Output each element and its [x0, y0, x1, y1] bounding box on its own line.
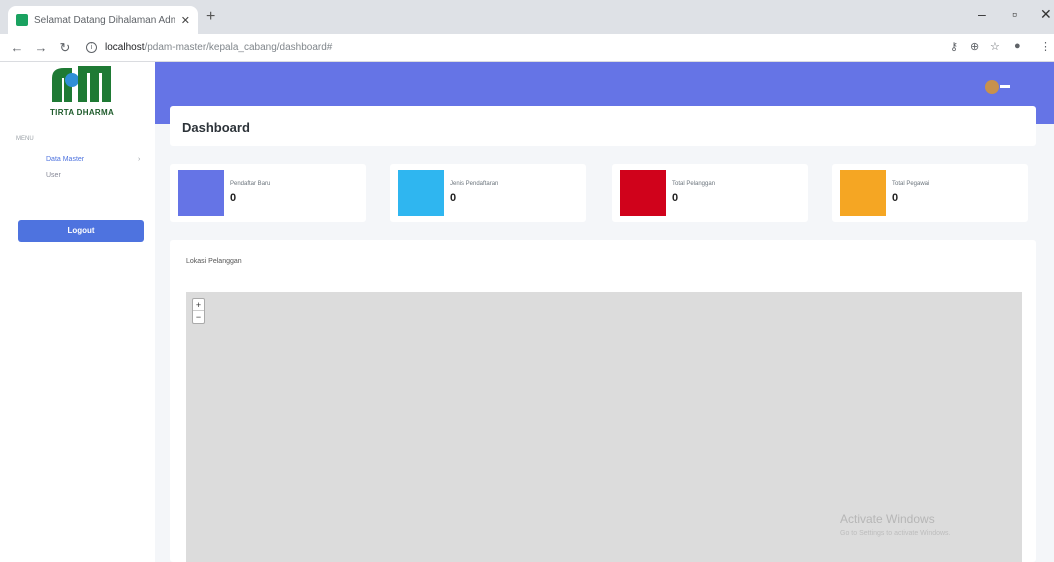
stat-value: 0: [892, 192, 899, 204]
activate-windows-subtitle: Go to Settings to activate Windows.: [840, 530, 951, 537]
stat-card: Jenis Pendaftaran 0: [390, 164, 586, 222]
stat-value: 0: [672, 192, 679, 204]
stat-value: 0: [450, 192, 457, 204]
stat-card: Total Pelanggan 0: [612, 164, 808, 222]
map-card: Lokasi Pelanggan + − Activate Windows Go…: [170, 240, 1036, 562]
close-tab-icon[interactable]: ✕: [181, 14, 190, 27]
star-icon[interactable]: ☆: [990, 40, 1000, 53]
new-tab-icon[interactable]: +: [206, 8, 215, 26]
browser-tab[interactable]: Selamat Datang Dihalaman Adm ✕: [8, 6, 198, 34]
address-bar: ← → ↻ i localhost/pdam-master/kepala_cab…: [0, 34, 1054, 62]
tab-title: Selamat Datang Dihalaman Adm: [34, 14, 175, 26]
stat-label: Total Pelanggan: [672, 181, 716, 187]
page: TIRTA DHARMA MENU Data Master › User Log…: [0, 62, 1054, 562]
map[interactable]: + − Activate Windows Go to Settings to a…: [186, 292, 1022, 562]
user-menu[interactable]: [985, 78, 1011, 94]
sidebar-item-user[interactable]: User: [46, 172, 61, 179]
info-icon[interactable]: i: [86, 42, 97, 53]
back-icon[interactable]: ←: [10, 40, 24, 55]
stat-label: Pendaftar Baru: [230, 181, 271, 187]
map-title: Lokasi Pelanggan: [186, 258, 242, 265]
menu-heading: MENU: [16, 136, 34, 142]
zoom-in-button[interactable]: +: [193, 299, 204, 311]
stat-value: 0: [230, 192, 237, 204]
logo-text: TIRTA DHARMA: [50, 108, 115, 117]
chevron-down-icon: [1000, 85, 1010, 89]
menu-dots-icon[interactable]: ⋮: [1040, 40, 1051, 53]
stat-icon-box: [840, 170, 886, 216]
url-field[interactable]: i localhost/pdam-master/kepala_cabang/da…: [86, 42, 332, 53]
close-window-icon[interactable]: ✕: [1040, 6, 1052, 23]
sidebar: TIRTA DHARMA MENU Data Master › User Log…: [0, 62, 155, 562]
stat-label: Jenis Pendaftaran: [450, 181, 499, 187]
zoom-control: + −: [192, 298, 205, 324]
favicon-icon: [16, 14, 28, 26]
reload-icon[interactable]: ↻: [58, 40, 72, 56]
browser-tab-bar: Selamat Datang Dihalaman Adm ✕ + – ▫ ✕: [0, 0, 1054, 34]
stat-label: Total Pegawai: [892, 181, 930, 187]
stat-card: Total Pegawai 0: [832, 164, 1028, 222]
page-title: Dashboard: [182, 120, 250, 135]
stat-icon-box: [398, 170, 444, 216]
maximize-icon[interactable]: ▫: [1012, 6, 1017, 22]
url-path: /pdam-master/kepala_cabang/dashboard#: [144, 42, 333, 53]
stat-card: Pendaftar Baru 0: [170, 164, 366, 222]
zoom-out-button[interactable]: −: [193, 311, 204, 323]
stat-icon-box: [178, 170, 224, 216]
avatar: [985, 79, 999, 94]
page-header: Dashboard: [170, 106, 1036, 146]
zoom-icon[interactable]: ⊕: [970, 40, 979, 53]
sidebar-item-data-master[interactable]: Data Master: [46, 156, 84, 163]
stat-icon-box: [620, 170, 666, 216]
logout-button[interactable]: Logout: [18, 220, 144, 242]
minimize-icon[interactable]: –: [978, 6, 986, 22]
key-icon[interactable]: ⚷: [950, 40, 958, 53]
url-host: localhost: [105, 42, 145, 53]
profile-icon[interactable]: ●: [1014, 40, 1021, 52]
activate-windows-title: Activate Windows: [840, 512, 935, 526]
forward-icon[interactable]: →: [34, 40, 48, 55]
chevron-right-icon: ›: [138, 156, 141, 163]
